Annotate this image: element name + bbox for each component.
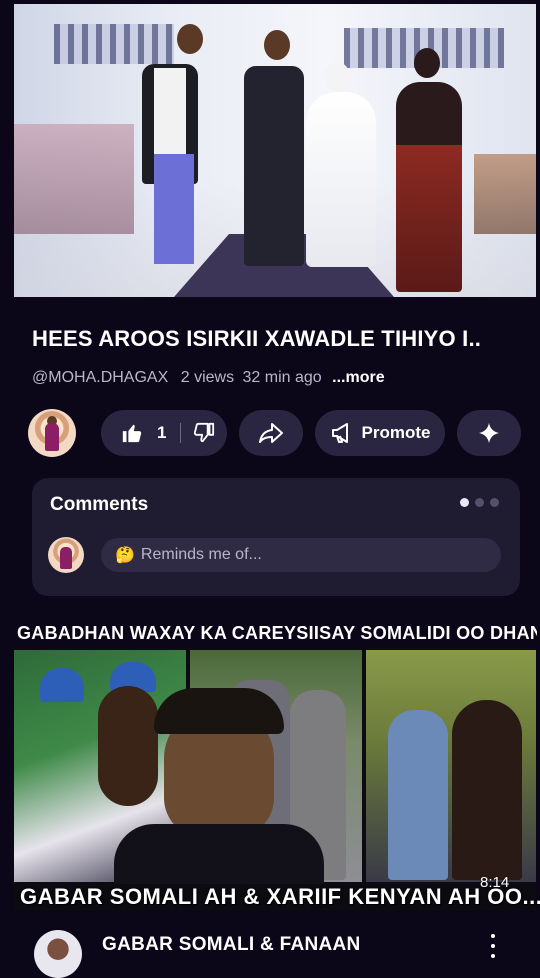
upload-age: 32 min ago xyxy=(242,369,322,386)
comments-card[interactable]: Comments 🤔 Reminds me of... xyxy=(32,478,520,596)
blue-cap xyxy=(40,668,84,702)
kebab-menu-icon[interactable] xyxy=(488,934,498,958)
thumb-panel-right xyxy=(366,650,536,882)
staircase-left xyxy=(54,24,174,64)
next-channel-avatar[interactable] xyxy=(34,930,82,978)
megaphone-icon xyxy=(331,423,348,443)
guests-right xyxy=(474,154,536,234)
carousel-dot-active xyxy=(460,498,469,507)
comments-title: Comments xyxy=(50,494,149,515)
bride-head xyxy=(324,62,350,92)
thumbnail-caption: GABAR SOMALI AH & XARIIF KENYAN AH OO... xyxy=(20,884,540,909)
more-link[interactable]: ...more xyxy=(332,369,384,386)
thumbs-up-icon xyxy=(122,424,142,443)
sparkle-icon xyxy=(478,422,500,444)
video-meta[interactable]: @MOHA.DHAGAX 2 views 32 min ago ...more xyxy=(32,369,385,387)
pill-divider xyxy=(180,423,182,443)
person-1-shirt xyxy=(154,68,186,158)
channel-handle[interactable]: @MOHA.DHAGAX xyxy=(32,369,168,386)
woman-hair xyxy=(98,686,158,806)
bride xyxy=(306,92,376,267)
next-video-title[interactable]: GABADHAN WAXAY KA CAREYSIISAY SOMALIDI O… xyxy=(17,623,537,644)
woman-guest xyxy=(396,82,462,292)
like-button[interactable]: 1 xyxy=(121,422,166,444)
user-avatar xyxy=(48,537,84,573)
denim-man xyxy=(388,710,448,880)
duration-badge: 8:14 xyxy=(480,874,510,891)
groom xyxy=(244,66,304,266)
promote-label: Promote xyxy=(361,423,431,442)
share-icon xyxy=(259,423,283,443)
thinking-face-icon: 🤔 xyxy=(115,547,135,564)
promote-button[interactable]: Promote xyxy=(315,410,445,456)
view-count: 2 views xyxy=(180,369,235,386)
user-avatar-figure xyxy=(60,547,72,569)
comment-placeholder: Reminds me of... xyxy=(140,546,262,563)
carousel-dot xyxy=(475,498,484,507)
channel-avatar[interactable] xyxy=(28,409,76,457)
remix-button[interactable] xyxy=(457,410,521,456)
person-1-pants xyxy=(154,154,194,264)
guests-left xyxy=(14,124,134,234)
video-player[interactable] xyxy=(14,4,536,297)
next-video-heading[interactable]: GABAR SOMALI & FANAAN xyxy=(102,934,361,956)
comment-input[interactable]: 🤔 Reminds me of... xyxy=(101,538,501,572)
carousel-dot xyxy=(490,498,499,507)
video-title[interactable]: HEES AROOS ISIRKII XAWADLE TIHIYO I.. xyxy=(32,326,522,352)
presenter-hair xyxy=(154,688,284,734)
avatar-figure xyxy=(45,423,59,451)
person-1-head xyxy=(177,24,203,54)
presenter-shirt xyxy=(114,824,324,884)
like-dislike-pill: 1 xyxy=(101,410,227,456)
share-button[interactable] xyxy=(239,410,303,456)
like-count: 1 xyxy=(157,423,167,442)
curly-woman xyxy=(452,700,522,880)
thumbs-down-icon xyxy=(194,422,215,443)
groom-head xyxy=(264,30,290,60)
woman-guest-head xyxy=(414,48,440,78)
next-video-thumbnail[interactable] xyxy=(14,648,536,910)
dislike-button[interactable] xyxy=(193,422,215,444)
